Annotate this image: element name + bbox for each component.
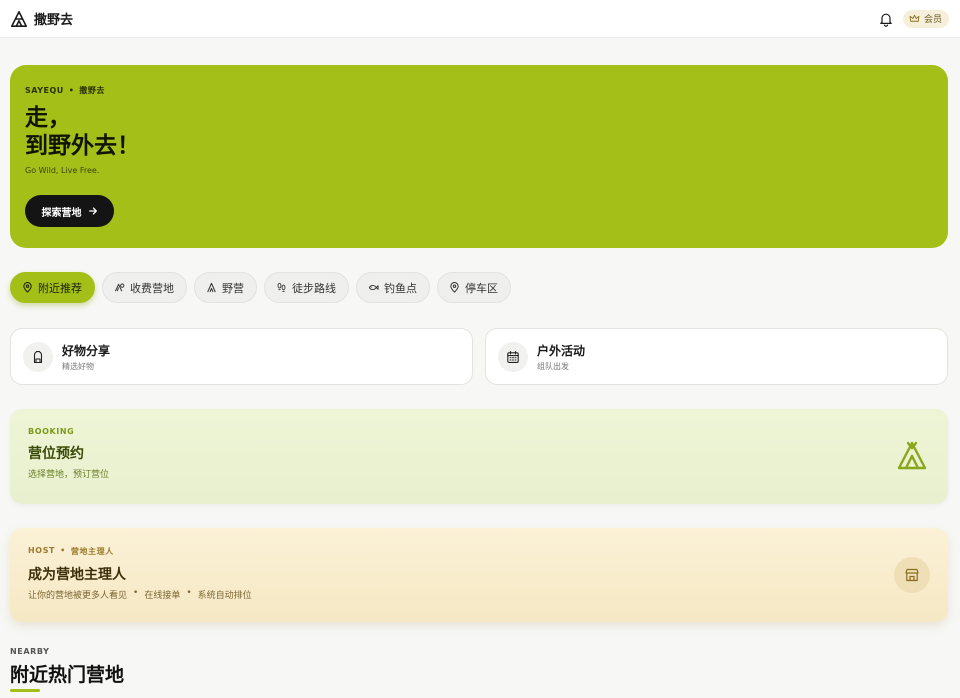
chip-label: 徒步路线 (292, 281, 336, 295)
booking-subtitle: 选择营地，预订营位 (28, 470, 110, 480)
top-bar: 撒野去 会员 (0, 0, 960, 38)
feature-icon-wrap (498, 341, 528, 372)
hero-title: 走， 到野外去！ (25, 104, 933, 160)
feature-title: 户外活动 (537, 343, 586, 358)
fish-icon (368, 284, 379, 291)
chip-nearby[interactable]: 附近推荐 (10, 272, 95, 303)
bell-icon[interactable] (878, 11, 894, 27)
nearby-title-underline (10, 689, 40, 692)
host-card[interactable]: HOST • 营地主理人 成为营地主理人 让你的营地被更多人看见 • 在线接单 … (10, 528, 948, 622)
feature-card-activities[interactable]: 户外活动 组队出发 (485, 328, 948, 385)
hero-subtitle: Go Wild, Live Free. (25, 166, 100, 175)
hero-kicker-dot: • (68, 86, 75, 95)
host-subtitle: 让你的营地被更多人看见 • 在线接单 • 系统自动排位 (28, 588, 930, 601)
chip-label: 钓鱼点 (384, 281, 417, 295)
hero-kicker-cn: 撒野去 (79, 86, 105, 95)
crown-icon (909, 14, 920, 22)
host-sub-item: 在线接单 (144, 591, 181, 601)
booking-card[interactable]: BOOKING 营位预约 选择营地，预订营位 (10, 409, 948, 504)
chip-camping[interactable]: 野营 (194, 272, 257, 303)
booking-title: 营位预约 (28, 446, 84, 462)
host-sub-dot: • (186, 588, 192, 598)
nearby-title: 附近热门营地 (10, 664, 125, 686)
explore-camps-button[interactable]: 探索营地 (25, 195, 114, 227)
hero-kicker: SAYEQU • 撒野去 (25, 85, 933, 96)
footprints-icon (277, 282, 286, 292)
calendar-icon (507, 350, 519, 363)
host-sub-item: 让你的营地被更多人看见 (28, 591, 128, 601)
host-kicker-dot: • (60, 546, 66, 555)
tent-coin-icon (114, 283, 125, 292)
brand[interactable]: 撒野去 (10, 9, 73, 28)
chip-fishing-spots[interactable]: 钓鱼点 (356, 272, 430, 303)
chip-label: 收费营地 (130, 281, 174, 295)
brand-name: 撒野去 (34, 13, 74, 28)
member-label: 会员 (923, 15, 942, 25)
hero-title-line1: 走， (25, 105, 71, 131)
host-kicker-en: HOST (28, 546, 56, 555)
nearby-kicker: NEARBY (10, 647, 50, 656)
tent-logo-icon (10, 10, 28, 27)
hero-banner: SAYEQU • 撒野去 走， 到野外去！ Go Wild, Live Free… (10, 65, 948, 248)
feature-subtitle: 组队出发 (537, 361, 569, 371)
chip-parking[interactable]: 停车区 (437, 272, 511, 303)
feature-icon-wrap (23, 341, 53, 372)
store-icon-wrap (894, 557, 930, 593)
chip-hiking-routes[interactable]: 徒步路线 (264, 272, 349, 303)
host-kicker-cn: 营地主理人 (70, 547, 114, 556)
booking-kicker: BOOKING (28, 427, 75, 436)
feature-card-goods[interactable]: 好物分享 精选好物 (10, 328, 473, 385)
chip-paid-camps[interactable]: 收费营地 (102, 272, 187, 303)
chip-label: 附近推荐 (38, 281, 82, 295)
camping-icon (207, 282, 216, 293)
member-button[interactable]: 会员 (902, 9, 949, 28)
host-title: 成为营地主理人 (28, 567, 126, 583)
map-pin-icon (450, 282, 459, 293)
host-sub-dot: • (133, 588, 139, 598)
category-chips: 附近推荐 收费营地 野营 徒步路线 钓鱼点 停车区 (10, 272, 511, 303)
arrow-right-icon (88, 207, 97, 215)
chip-label: 野营 (222, 281, 244, 295)
store-icon (905, 568, 919, 582)
host-kicker: HOST • 营地主理人 (28, 546, 930, 557)
chip-label: 停车区 (465, 281, 498, 295)
feature-subtitle: 精选好物 (62, 361, 94, 371)
tent-icon (897, 441, 927, 470)
map-pin-icon (23, 282, 32, 293)
feature-title: 好物分享 (62, 343, 111, 358)
hero-title-line2: 到野外去！ (25, 133, 140, 159)
host-sub-item: 系统自动排位 (197, 591, 252, 601)
hero-kicker-en: SAYEQU (25, 86, 64, 95)
backpack-icon (33, 350, 43, 363)
explore-camps-label: 探索营地 (41, 207, 82, 219)
